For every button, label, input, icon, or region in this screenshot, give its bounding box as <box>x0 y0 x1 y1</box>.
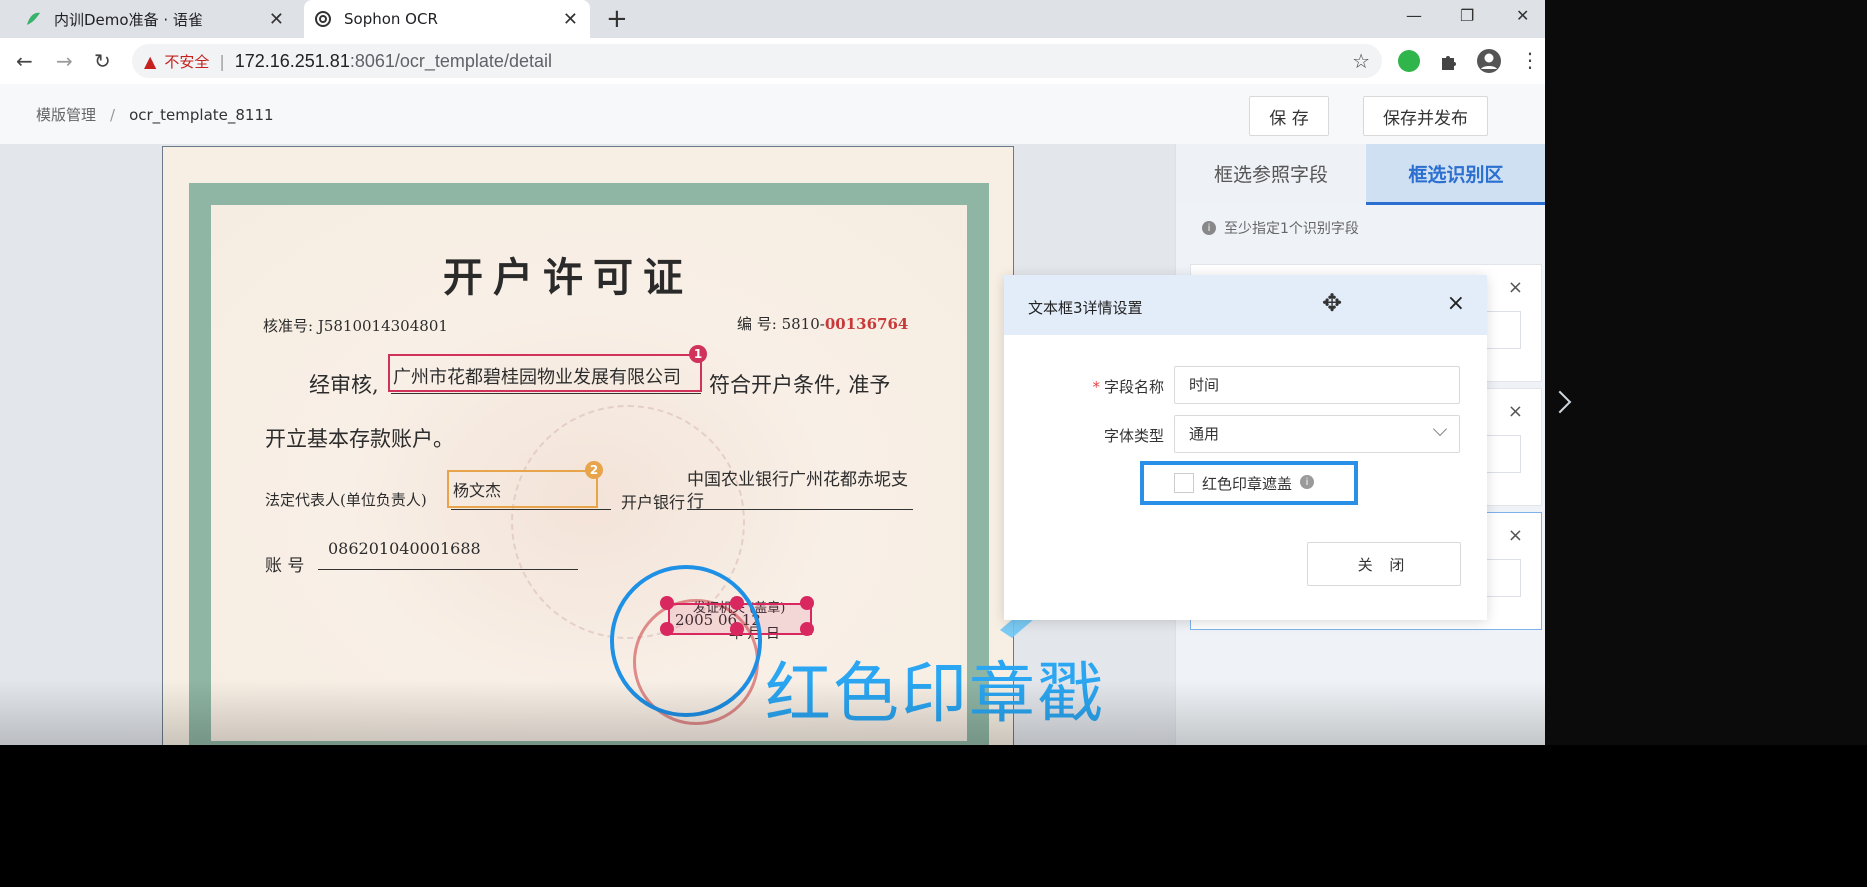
back-icon[interactable]: ← <box>16 49 33 73</box>
tab-sophon-ocr[interactable]: Sophon OCR ✕ <box>304 0 590 38</box>
recognition-box-2[interactable] <box>447 470 598 508</box>
field-name-input[interactable]: 时间 <box>1174 366 1460 404</box>
font-type-value: 通用 <box>1189 425 1220 443</box>
font-type-select[interactable]: 通用 <box>1174 415 1460 453</box>
field-name-label-text: 字段名称 <box>1103 378 1164 396</box>
extension-check-icon[interactable] <box>1398 50 1420 72</box>
url-host: 172.16.251.81 <box>234 50 350 71</box>
underline <box>318 569 578 570</box>
sophon-logo-icon <box>315 11 331 27</box>
app-screen: 内训Demo准备 · 语雀 ✕ Sophon OCR ✕ + — ❐ ✕ ← →… <box>0 0 1545 745</box>
divider: | <box>219 51 225 71</box>
close-tab-icon[interactable]: ✕ <box>563 9 578 30</box>
close-button[interactable]: 关 闭 <box>1307 542 1461 586</box>
chevron-down-icon <box>1432 421 1448 437</box>
underline <box>687 509 913 510</box>
minimize-icon[interactable]: — <box>1406 6 1422 25</box>
yuque-logo-icon <box>27 12 40 25</box>
move-icon[interactable]: ✥ <box>1322 289 1342 317</box>
save-button[interactable]: 保 存 <box>1249 96 1329 136</box>
app-header: 模版管理 / ocr_template_8111 保 存 保存并发布 <box>0 84 1545 145</box>
card-close-icon[interactable]: × <box>1508 525 1523 546</box>
chevron-right-icon[interactable] <box>1552 388 1572 418</box>
box-1-badge: 1 <box>689 345 707 363</box>
browser-tabstrip: 内训Demo准备 · 语雀 ✕ Sophon OCR ✕ + — ❐ ✕ <box>0 0 1545 38</box>
dialog-title: 文本框3详情设置 <box>1028 299 1143 317</box>
account-label: 账 号 <box>265 556 305 576</box>
tab-title: Sophon OCR <box>344 10 438 28</box>
card-close-icon[interactable]: × <box>1508 277 1523 298</box>
resize-handle[interactable] <box>800 622 814 636</box>
tab-yuque[interactable]: 内训Demo准备 · 语雀 ✕ <box>14 0 296 38</box>
dialog-header[interactable]: 文本框3详情设置 ✥ × <box>1004 275 1487 335</box>
new-tab-button[interactable]: + <box>606 4 628 34</box>
info-icon: i <box>1202 221 1216 235</box>
certificate-title: 开户许可证 <box>443 254 693 301</box>
tab-title: 内训Demo准备 · 语雀 <box>54 10 203 29</box>
card-input[interactable] <box>1485 559 1521 597</box>
card-input[interactable] <box>1485 435 1521 473</box>
warning-icon: ▲ <box>144 51 157 71</box>
security-warning[interactable]: ▲ 不安全 <box>144 51 209 72</box>
breadcrumb-root[interactable]: 模版管理 <box>36 106 96 124</box>
card-input[interactable] <box>1485 311 1521 349</box>
recognition-box-1[interactable] <box>388 354 702 392</box>
reload-icon[interactable]: ↻ <box>94 49 111 73</box>
serial-prefix: 编 号: 5810- <box>737 315 825 333</box>
forward-icon[interactable]: → <box>56 49 73 73</box>
window-close-icon[interactable]: ✕ <box>1516 6 1529 25</box>
dialog-close-icon[interactable]: × <box>1447 291 1465 316</box>
restore-icon[interactable]: ❐ <box>1460 6 1474 25</box>
serial-number: 编 号: 5810-00136764 <box>737 313 908 334</box>
tip-text: 至少指定1个识别字段 <box>1224 221 1359 237</box>
browser-menu-icon[interactable]: ⋮ <box>1520 48 1540 72</box>
required-asterisk: * <box>1092 378 1100 396</box>
tip-message: i 至少指定1个识别字段 <box>1202 218 1359 238</box>
url-path: :8061/ocr_template/detail <box>349 50 552 71</box>
info-icon[interactable]: i <box>1300 475 1314 489</box>
profile-avatar-icon[interactable] <box>1476 48 1502 74</box>
url-text: 172.16.251.81:8061/ocr_template/detail <box>235 51 552 72</box>
breadcrumb-separator: / <box>110 106 116 124</box>
breadcrumb: 模版管理 / ocr_template_8111 <box>36 104 274 125</box>
annotation-circle <box>610 565 762 717</box>
red-stamp-checkbox[interactable] <box>1174 473 1194 493</box>
viewer-side-area <box>1545 0 1867 745</box>
security-label: 不安全 <box>164 52 210 71</box>
certificate-line2: 开立基本存款账户。 <box>265 427 454 451</box>
box-2-badge: 2 <box>585 461 603 479</box>
legal-representative-label: 法定代表人(单位负责人) <box>265 491 427 509</box>
bank-label: 开户银行 <box>621 493 686 512</box>
bookmark-star-icon[interactable]: ☆ <box>1352 49 1370 73</box>
extensions-puzzle-icon[interactable] <box>1438 50 1460 72</box>
tab-recognition-area[interactable]: 框选识别区 <box>1366 144 1545 205</box>
field-name-label: * 字段名称 <box>1004 376 1164 397</box>
address-bar[interactable]: ▲ 不安全 | 172.16.251.81:8061/ocr_template/… <box>132 44 1382 78</box>
annotation-caption: 红色印章戳 <box>765 655 1105 732</box>
font-type-label: 字体类型 <box>1103 427 1164 445</box>
underline <box>391 393 701 394</box>
serial-red: 00136764 <box>824 315 909 333</box>
underline <box>451 509 611 510</box>
approval-number: 核准号: J5810014304801 <box>263 317 448 335</box>
account-number: 086201040001688 <box>328 539 481 558</box>
field-settings-dialog: 文本框3详情设置 ✥ × * 字段名称 时间 字体类型 通用 红色印章遮盖 i 关… <box>1004 275 1487 620</box>
close-tab-icon[interactable]: ✕ <box>269 9 284 30</box>
resize-handle[interactable] <box>800 596 814 610</box>
breadcrumb-current: ocr_template_8111 <box>129 106 274 124</box>
certificate-line1-prefix: 经审核, <box>309 373 379 397</box>
tab-reference-fields[interactable]: 框选参照字段 <box>1176 144 1366 202</box>
certificate-line1-suffix: 符合开户条件, 准予 <box>709 373 891 397</box>
browser-toolbar: ← → ↻ ▲ 不安全 | 172.16.251.81:8061/ocr_tem… <box>0 38 1545 85</box>
bank-name-line1: 中国农业银行广州花都赤坭支 <box>687 470 908 490</box>
red-stamp-label[interactable]: 红色印章遮盖 <box>1202 473 1292 494</box>
save-publish-button[interactable]: 保存并发布 <box>1363 96 1488 136</box>
card-close-icon[interactable]: × <box>1508 401 1523 422</box>
